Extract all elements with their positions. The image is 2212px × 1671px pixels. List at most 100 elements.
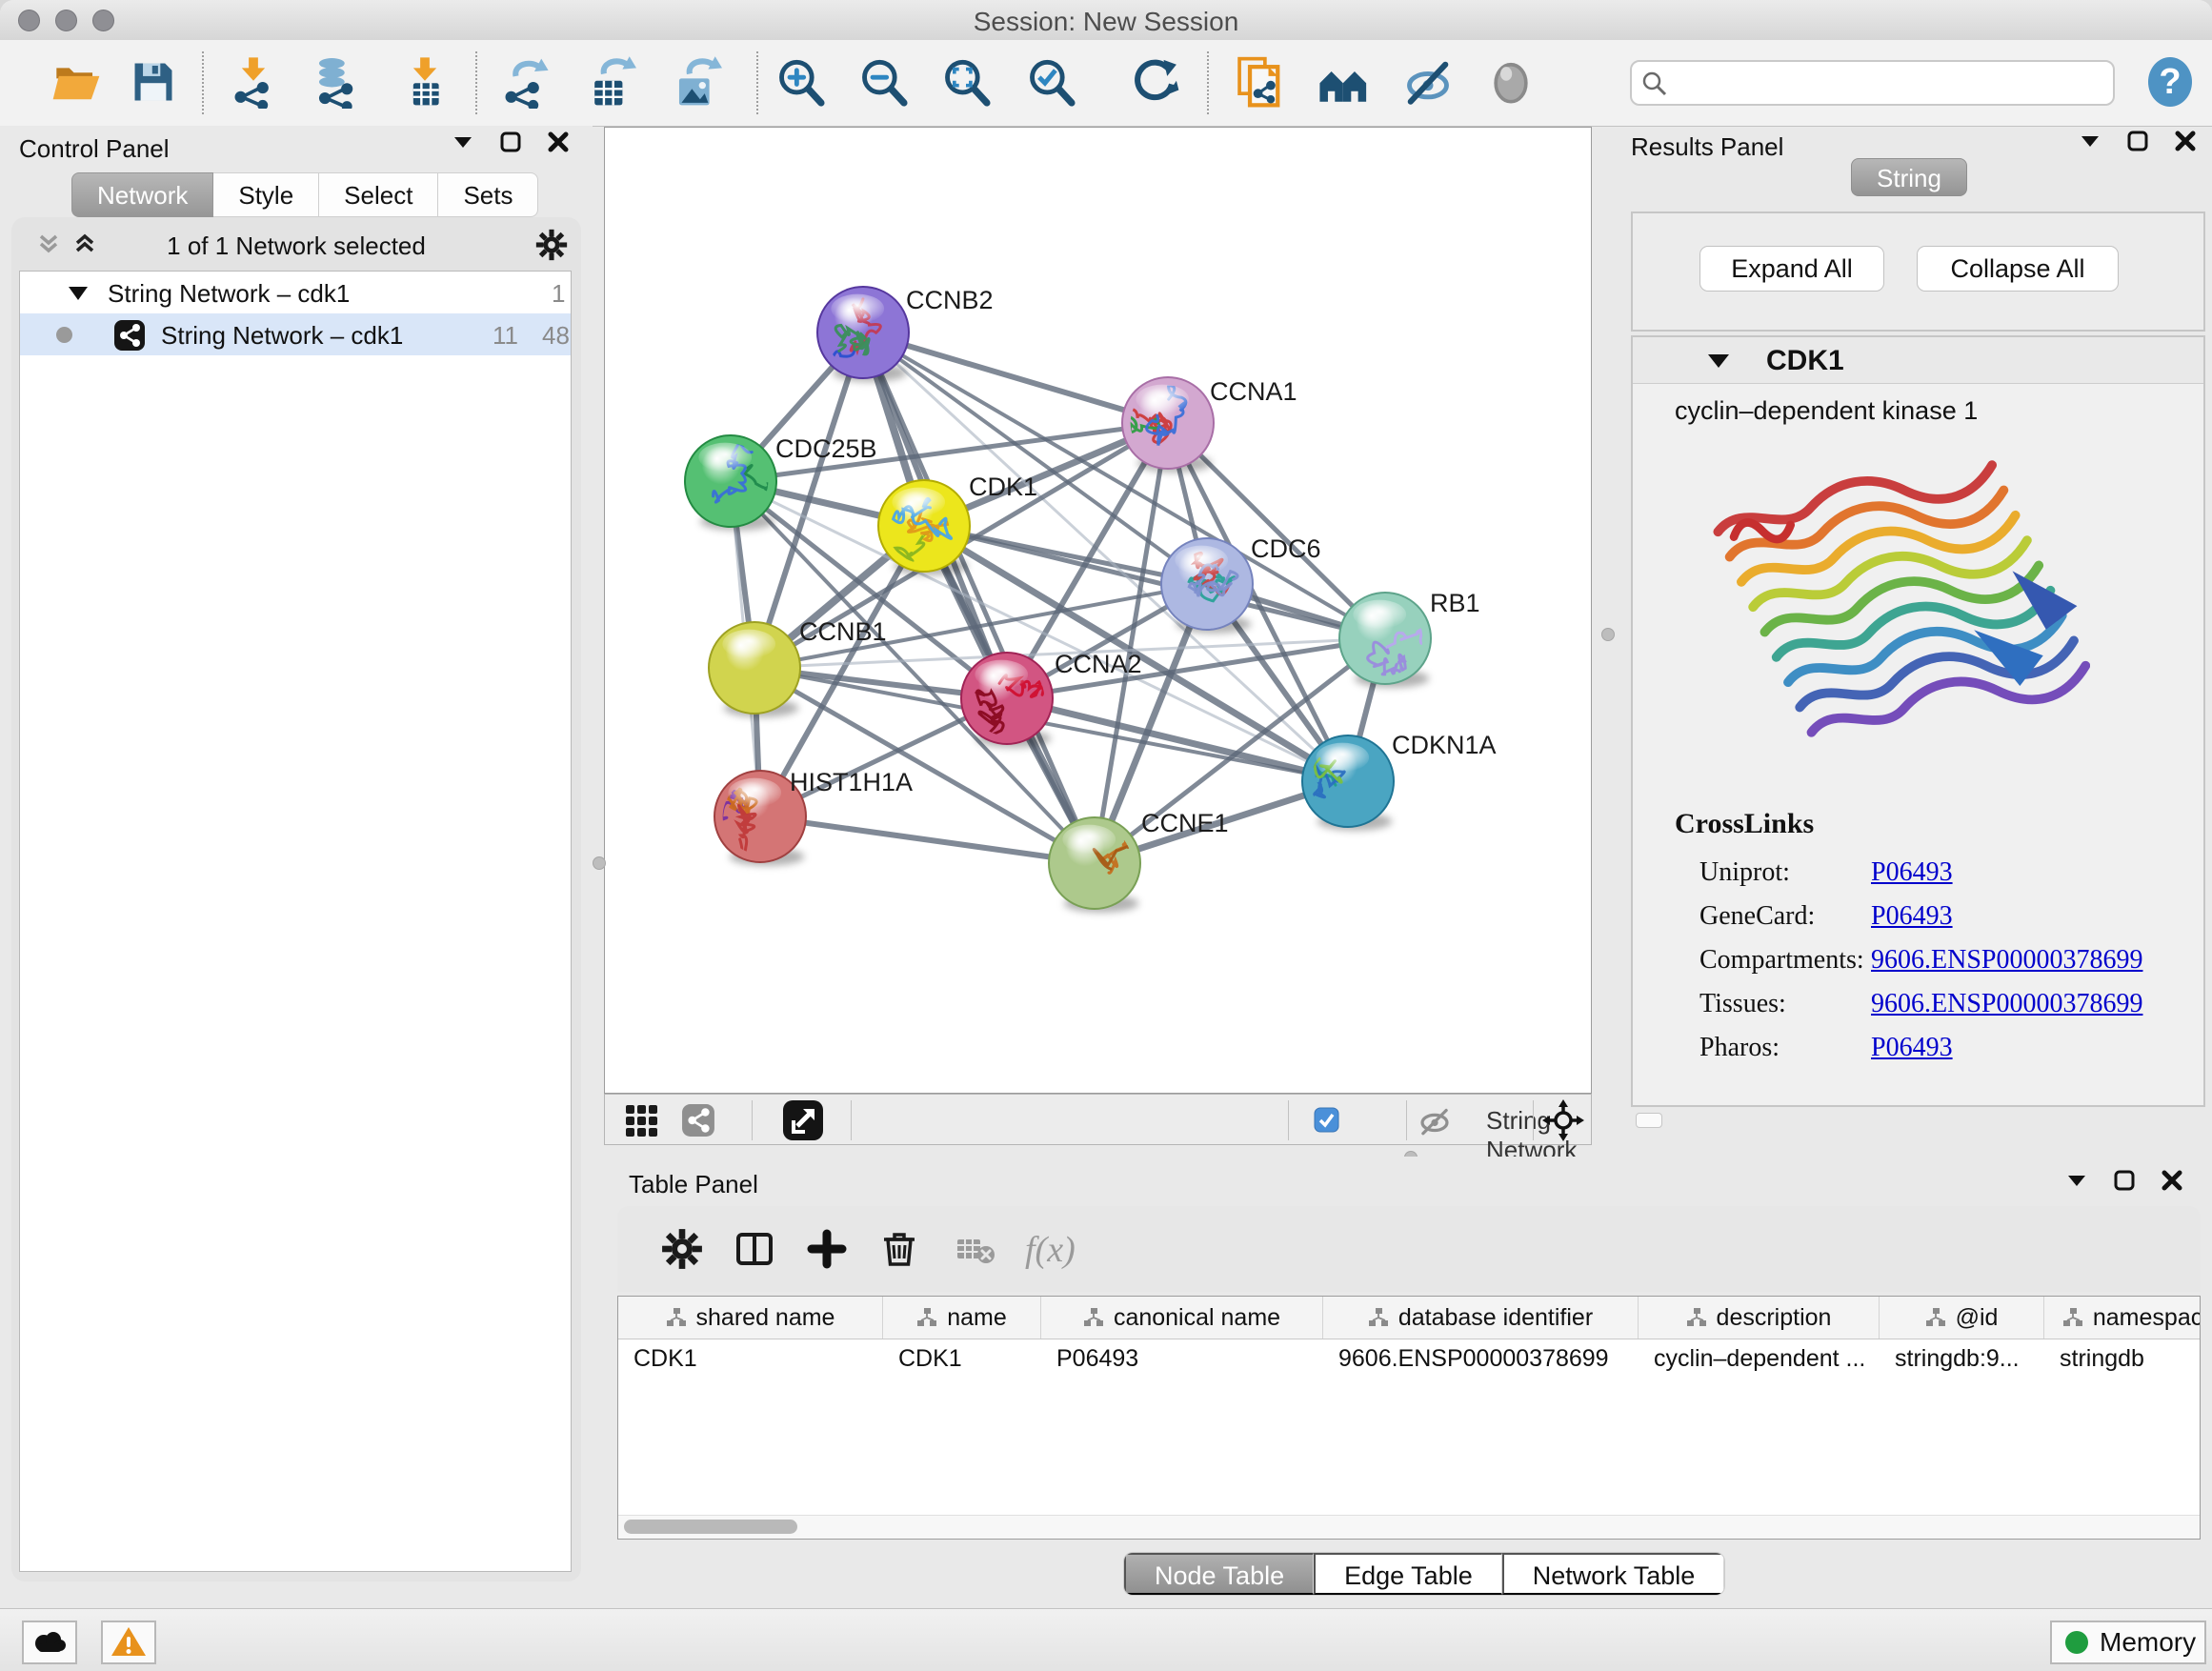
network-collection-row[interactable]: String Network – cdk1 1	[20, 272, 571, 313]
delete-column-trash-icon[interactable]	[875, 1227, 924, 1273]
export-network-button[interactable]	[497, 53, 551, 112]
export-image-button[interactable]	[669, 53, 722, 112]
tab-network-table[interactable]: Network Table	[1502, 1553, 1725, 1595]
network-label: String Network – cdk1	[161, 321, 403, 351]
selected-checkbox-icon[interactable]	[1314, 1107, 1339, 1136]
table-horizontal-scrollbar[interactable]	[618, 1515, 2200, 1539]
column-header-shared-name[interactable]: shared name	[618, 1297, 883, 1339]
warning-status-button[interactable]	[101, 1621, 156, 1664]
tab-network[interactable]: Network	[71, 172, 213, 217]
open-in-window-icon[interactable]	[782, 1099, 824, 1144]
help-button[interactable]: ?	[2146, 55, 2194, 109]
navigate-crosshair-icon[interactable]	[1542, 1099, 1584, 1144]
protein-section-header[interactable]: CDK1	[1633, 337, 2203, 384]
zoom-out-icon	[856, 55, 910, 109]
svg-text:f(x): f(x)	[1025, 1230, 1076, 1270]
table-cell[interactable]: P06493	[1041, 1339, 1323, 1380]
column-header-namespace[interactable]: namespace	[2044, 1297, 2201, 1339]
hide-selection-button[interactable]	[1401, 53, 1455, 112]
window-title: Session: New Session	[0, 7, 2212, 37]
clone-network-icon	[1234, 55, 1287, 109]
crosslink-link[interactable]: 9606.ENSP00000378699	[1871, 989, 2142, 1019]
first-neighbors-button[interactable]	[1317, 53, 1371, 112]
column-header-label: @id	[1956, 1304, 1999, 1332]
crosslink-row-compartments: Compartments:9606.ENSP00000378699	[1699, 945, 2195, 989]
results-actions-box: Expand All Collapse All	[1631, 211, 2205, 332]
close-panel-icon[interactable]	[2159, 1168, 2185, 1195]
memory-button[interactable]: Memory	[2050, 1621, 2206, 1664]
network-node-cdc6[interactable]	[1161, 538, 1253, 630]
float-panel-icon[interactable]	[497, 130, 524, 156]
zoom-in-button[interactable]	[774, 53, 827, 112]
tab-select[interactable]: Select	[319, 172, 438, 217]
table-cell[interactable]: stringdb	[2044, 1339, 2201, 1380]
close-panel-icon[interactable]	[545, 130, 572, 156]
column-header-id[interactable]: @id	[1880, 1297, 2044, 1339]
collapse-all-button[interactable]: Collapse All	[1917, 246, 2119, 292]
right-splitter-handle[interactable]	[1601, 628, 1615, 641]
apply-layout-button[interactable]	[1129, 53, 1182, 112]
column-header-description[interactable]: description	[1639, 1297, 1880, 1339]
zoom-out-button[interactable]	[856, 53, 910, 112]
import-network-from-database-button[interactable]	[309, 53, 362, 112]
tab-edge-table[interactable]: Edge Table	[1314, 1553, 1502, 1595]
table-settings-gear-icon[interactable]	[657, 1227, 707, 1273]
delete-table-icon[interactable]	[951, 1227, 1000, 1273]
scrollbar-thumb[interactable]	[624, 1520, 797, 1534]
network-node-ccnb1[interactable]	[709, 622, 800, 714]
search-input[interactable]	[1674, 65, 2106, 99]
function-builder-icon[interactable]: f(x)	[1017, 1227, 1103, 1273]
refresh-icon	[1129, 55, 1182, 109]
network-row[interactable]: String Network – cdk1 11 48	[20, 313, 571, 355]
left-splitter-handle[interactable]	[593, 856, 606, 870]
column-header-name[interactable]: name	[883, 1297, 1041, 1339]
string-style-icon[interactable]	[681, 1103, 715, 1140]
zoom-fit-button[interactable]	[939, 53, 993, 112]
tab-style[interactable]: Style	[213, 172, 319, 217]
collapse-panel-icon[interactable]	[450, 130, 476, 156]
section-expander-icon[interactable]	[1707, 352, 1730, 370]
export-table-button[interactable]	[583, 53, 636, 112]
column-header-database-identifier[interactable]: database identifier	[1323, 1297, 1639, 1339]
expand-all-button[interactable]: Expand All	[1699, 246, 1884, 292]
float-panel-icon[interactable]	[2124, 129, 2151, 155]
tab-sets[interactable]: Sets	[438, 172, 538, 217]
table-cell[interactable]: stringdb:9...	[1880, 1339, 2044, 1380]
tab-node-table[interactable]: Node Table	[1124, 1553, 1314, 1595]
table-cell[interactable]: 9606.ENSP00000378699	[1323, 1339, 1639, 1380]
show-all-button[interactable]	[1484, 53, 1538, 112]
float-panel-icon[interactable]	[2111, 1168, 2138, 1195]
cloud-status-button[interactable]	[22, 1621, 77, 1664]
zoom-selected-button[interactable]	[1024, 53, 1077, 112]
close-panel-icon[interactable]	[2172, 129, 2199, 155]
show-columns-icon[interactable]	[730, 1227, 779, 1273]
open-session-button[interactable]	[50, 53, 103, 112]
crosslink-link[interactable]: P06493	[1871, 857, 1953, 888]
collapse-panel-icon[interactable]	[2063, 1168, 2090, 1195]
crosslink-link[interactable]: P06493	[1871, 901, 1953, 932]
collapse-panel-icon[interactable]	[2077, 129, 2103, 155]
column-header-canonical-name[interactable]: canonical name	[1041, 1297, 1323, 1339]
table-cell[interactable]: cyclin–dependent ...	[1639, 1339, 1880, 1380]
table-cell[interactable]: CDK1	[618, 1339, 883, 1380]
crosslink-link[interactable]: 9606.ENSP00000378699	[1871, 945, 2142, 976]
import-table-button[interactable]	[398, 53, 452, 112]
add-column-icon[interactable]	[802, 1227, 852, 1273]
table-row[interactable]: CDK1CDK1P064939606.ENSP00000378699cyclin…	[618, 1339, 2201, 1380]
import-network-from-file-button[interactable]	[227, 53, 280, 112]
network-canvas[interactable]: CCNB2CCNA1CDC25BCDK1CDC6RB1CCNB1CCNA2CDK…	[604, 127, 1592, 1094]
tab-string[interactable]: String	[1851, 158, 1967, 196]
toolbar-separator	[202, 51, 204, 114]
grid-mode-icon[interactable]	[624, 1103, 658, 1140]
results-scrollbar[interactable]	[1636, 1113, 1662, 1128]
new-network-from-selection-button[interactable]	[1234, 53, 1287, 112]
network-node-ccna2[interactable]	[961, 653, 1055, 744]
hidden-eye-icon[interactable]	[1417, 1104, 1453, 1139]
network-options-gear-icon[interactable]	[535, 229, 562, 255]
crosslink-link[interactable]: P06493	[1871, 1033, 1953, 1063]
tree-expander-icon[interactable]	[68, 285, 89, 302]
control-panel-title: Control Panel	[19, 134, 170, 164]
table-cell[interactable]: CDK1	[883, 1339, 1041, 1380]
save-session-button[interactable]	[127, 53, 180, 112]
network-node-hist1h1a[interactable]	[683, 771, 806, 862]
